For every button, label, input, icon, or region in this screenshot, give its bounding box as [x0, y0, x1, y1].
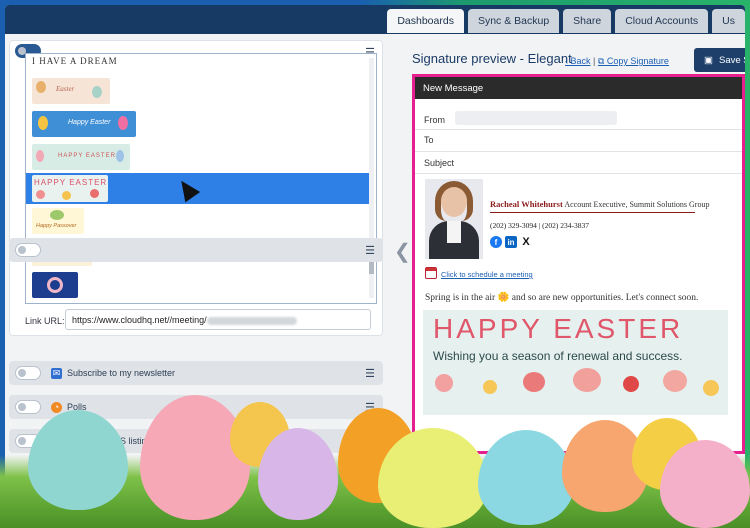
drag-menu-icon[interactable]: ☰ [365, 367, 375, 380]
banner-thumbnail [32, 272, 78, 298]
signature-divider [490, 212, 695, 213]
row-toggle[interactable] [15, 243, 41, 257]
subject-label: Subject [424, 158, 455, 168]
from-value [455, 111, 617, 125]
tab-share[interactable]: Share [563, 9, 612, 33]
calendar-icon [425, 267, 437, 279]
flower-decoration [483, 380, 497, 394]
banner-thumbnail: Happy Passover [32, 208, 84, 234]
link-url-input[interactable]: https://www.cloudhq.net//meeting/ [65, 309, 371, 330]
flower-decoration [523, 372, 545, 392]
back-link-label: Back [570, 56, 591, 66]
tab-sync-backup[interactable]: Sync & Backup [467, 9, 560, 33]
newsletter-toggle[interactable] [15, 366, 41, 380]
back-link[interactable]: ‹ Back [565, 56, 591, 66]
dropdown-option-dream[interactable]: I HAVE A DREAM [32, 56, 182, 72]
linkedin-icon[interactable]: in [505, 236, 517, 248]
newsletter-label: Subscribe to my newsletter [67, 368, 176, 378]
envelope-icon: ✉ [51, 367, 62, 379]
from-label: From [424, 115, 445, 125]
divider [415, 173, 742, 174]
signature-name-line: Racheal Whitehurst Account Executive, Su… [490, 199, 709, 209]
banner-thumbnail: Happy Easter [32, 111, 136, 137]
tab-us[interactable]: Us [712, 9, 745, 33]
flower-decoration [435, 374, 453, 392]
banner-dropdown-list[interactable]: I HAVE A DREAM Easter Happy Easter HAPPY… [25, 53, 377, 304]
top-bar: Dashboards Sync & Backup Share Cloud Acc… [5, 5, 745, 34]
mouse-cursor-icon [173, 175, 201, 203]
avatar [425, 179, 483, 259]
flower-decoration [573, 368, 601, 392]
signature-phones: (202) 329-3094 | (202) 234-3837 [490, 221, 589, 230]
tab-dashboards[interactable]: Dashboards [387, 9, 464, 33]
newsletter-row: ✉ Subscribe to my newsletter ☰ [9, 361, 383, 385]
body-text: Spring is in the air 🌼 and so are new op… [425, 293, 699, 303]
signature-role: Account Executive, Summit Solutions Grou… [564, 200, 710, 209]
signature-name: Racheal Whitehurst [490, 199, 563, 209]
banner-thumbnail: HAPPY EASTER [32, 175, 108, 202]
preview-actions: ‹ Back | ⧉ Copy Signature [565, 56, 669, 66]
save-button[interactable]: ▣ Save S [694, 48, 745, 72]
dropdown-option-selected[interactable]: HAPPY EASTER [26, 173, 370, 204]
schedule-meeting-link[interactable]: Click to schedule a meeting [441, 270, 533, 279]
flower-decoration [663, 370, 687, 392]
banner-thumbnail: HAPPY EASTER [32, 144, 130, 170]
polls-toggle[interactable] [15, 400, 41, 414]
to-label: To [424, 135, 434, 145]
save-icon: ▣ [704, 54, 713, 66]
divider [415, 129, 742, 130]
dream-banner-label: I HAVE A DREAM [32, 56, 118, 66]
flower-decoration [703, 380, 719, 396]
x-icon[interactable]: X [520, 236, 532, 248]
page-title: Signature preview - Elegant [412, 51, 572, 66]
flower-decoration [623, 376, 639, 392]
dropdown-scrollbar[interactable] [369, 58, 374, 298]
copy-icon: ⧉ [597, 56, 605, 66]
drag-menu-icon[interactable]: ☰ [365, 244, 375, 257]
divider [415, 151, 742, 152]
message-window-title: New Message [415, 77, 742, 99]
facebook-icon[interactable]: f [490, 236, 502, 248]
banner-subtitle: Wishing you a season of renewal and succ… [433, 349, 683, 363]
poll-icon: ◔ [51, 401, 62, 413]
link-url-label: Link URL: [25, 316, 65, 326]
copy-signature-label: Copy Signature [606, 56, 669, 66]
collapsed-row-bar: ☰ [9, 238, 383, 262]
copy-signature-link[interactable]: ⧉ Copy Signature [598, 56, 669, 66]
tab-bar: Dashboards Sync & Backup Share Cloud Acc… [387, 9, 745, 33]
collapse-chevron-icon[interactable]: ❮ [394, 239, 411, 264]
tab-cloud-accounts[interactable]: Cloud Accounts [615, 9, 709, 33]
link-url-value: https://www.cloudhq.net//meeting/ [72, 315, 207, 325]
banner-thumbnail: Easter [32, 78, 110, 104]
easter-banner: HAPPY EASTER Wishing you a season of ren… [423, 310, 728, 415]
message-preview: New Message From To Subject Racheal Whit… [412, 74, 745, 454]
banner-title: HAPPY EASTER [433, 313, 684, 344]
save-button-label: Save S [718, 54, 745, 66]
